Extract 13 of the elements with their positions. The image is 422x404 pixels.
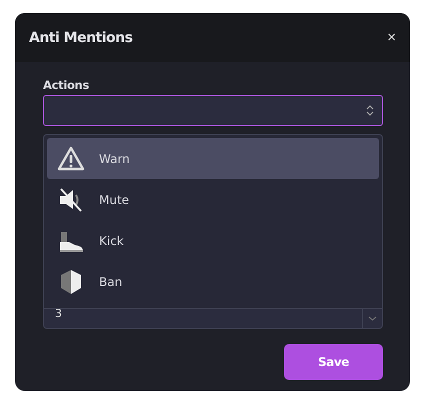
chevron-down-icon <box>368 316 377 321</box>
menu-item[interactable]: Kick <box>47 220 379 261</box>
save-button[interactable]: Save <box>284 344 383 380</box>
menu-item[interactable]: Warn <box>47 138 379 179</box>
menu-item[interactable]: Mute <box>47 179 379 220</box>
dialog-title: Anti Mentions <box>29 30 132 46</box>
number-field[interactable]: 3 <box>43 308 383 329</box>
warning-icon <box>57 146 85 172</box>
close-button[interactable]: × <box>387 29 396 46</box>
actions-select[interactable] <box>43 95 383 126</box>
chevrons-icon <box>366 105 374 116</box>
menu-item[interactable]: Ban <box>47 261 379 302</box>
field-label: Actions <box>43 78 90 92</box>
